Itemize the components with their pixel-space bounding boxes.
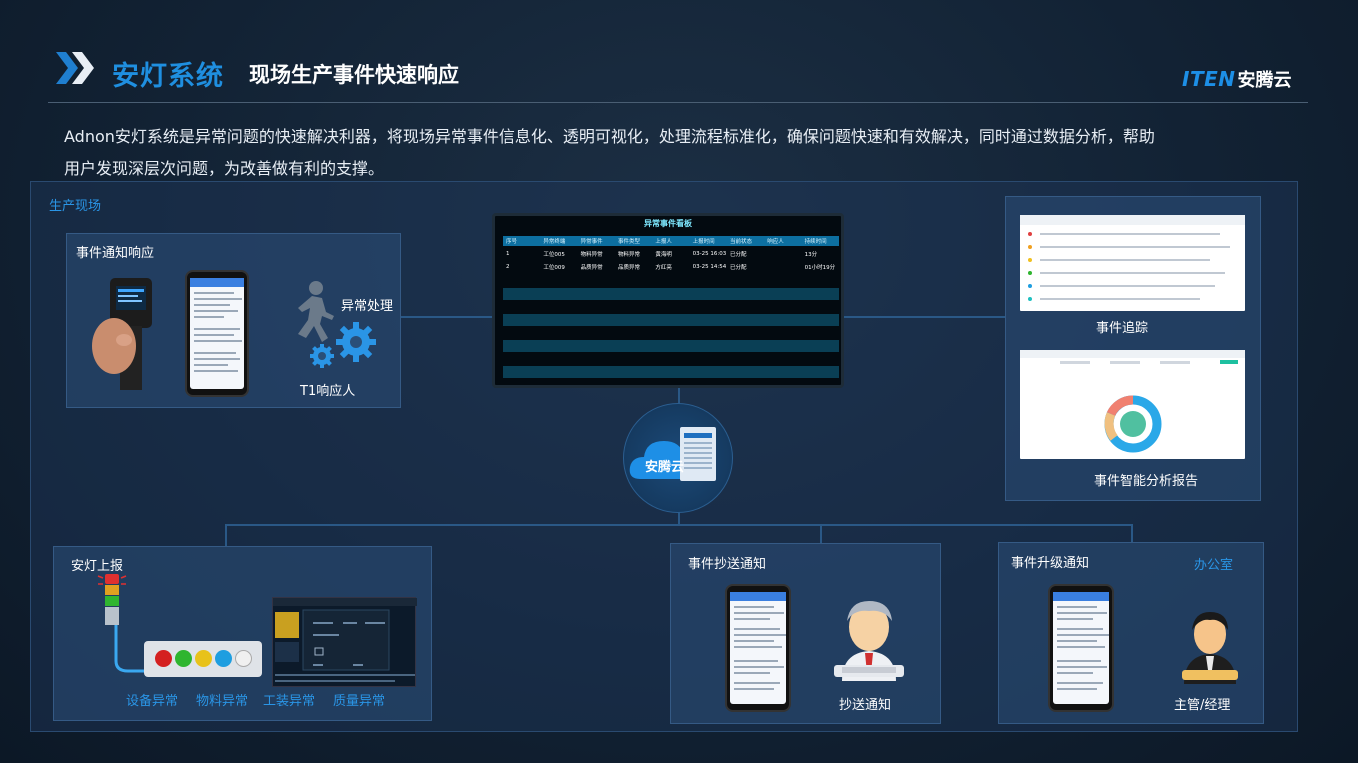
staff-person-icon	[834, 601, 904, 681]
phone-notify	[185, 270, 249, 397]
connector-right	[844, 316, 1006, 318]
escalate-panel-title: 事件升级通知	[1011, 556, 1090, 571]
table-cell: 2	[506, 264, 510, 270]
dashboard-header-row: 序号 异常终端 异常事件 事件类型 上报人 上报时间 当前状态 响应人 持续时间	[503, 236, 839, 246]
connector-left	[400, 316, 493, 318]
dashboard-empty-row	[503, 288, 839, 300]
andon-button-yellow[interactable]	[195, 650, 212, 667]
andon-button-red[interactable]	[155, 650, 172, 667]
table-row: 2 工位009 品质异常 品质异常 方红亮 03-25 14:54 已分配 01…	[503, 261, 839, 273]
page-title: 安灯系统	[112, 61, 224, 92]
cloud-server-icon	[629, 427, 716, 481]
dashboard-col-header: 序号	[506, 239, 518, 245]
table-cell: 已分配	[729, 265, 747, 271]
table-cell: 03-25 16:03	[692, 251, 727, 257]
table-cell: 品质异常	[617, 265, 640, 271]
tracking-screenshot	[1020, 215, 1245, 311]
table-cell: 03-25 14:54	[692, 264, 727, 270]
table-cell: 物料异常	[580, 252, 603, 258]
andon-terminal-screen	[272, 597, 417, 687]
table-cell: 黄海明	[655, 252, 672, 258]
office-label: 办公室	[1194, 558, 1234, 573]
gears-icon	[310, 322, 376, 368]
label-equipment-abnormal: 设备异常	[126, 694, 179, 709]
table-cell: 品质异常	[580, 265, 603, 271]
table-cell: 13分	[804, 252, 818, 258]
dashboard-title: 异常事件看板	[644, 219, 692, 228]
dashboard-empty-row	[503, 340, 839, 352]
chevron-logo-icon	[56, 52, 94, 84]
label-material-abnormal: 物料异常	[196, 694, 249, 709]
dashboard-col-header: 响应人	[767, 239, 784, 245]
label-quality-abnormal: 质量异常	[333, 694, 386, 709]
dashboard-col-header: 当前状态	[729, 239, 752, 245]
table-cell: 方红亮	[655, 265, 672, 271]
responder-label: T1响应人	[300, 384, 356, 399]
cloud-label: 安腾云	[645, 460, 685, 475]
table-cell: 工位005	[543, 252, 565, 258]
analysis-screenshot	[1020, 350, 1245, 459]
manager-person-icon	[1182, 612, 1238, 684]
page-subtitle: 现场生产事件快速响应	[249, 63, 459, 87]
connector-drop-escalate	[1131, 524, 1133, 543]
label-tooling-abnormal: 工装异常	[263, 694, 316, 709]
header-divider	[48, 102, 1308, 103]
table-cell: 01小时19分	[804, 265, 836, 271]
dashboard-col-header: 上报时间	[692, 239, 715, 245]
terminal-screen-graphic	[273, 598, 417, 682]
dashboard-empty-row	[503, 366, 839, 378]
connector-dash-cloud	[678, 388, 680, 404]
table-cell: 已分配	[729, 252, 747, 258]
zone-label: 生产现场	[49, 199, 102, 214]
tracking-label: 事件追踪	[1096, 321, 1149, 336]
andon-button-white[interactable]	[235, 650, 252, 667]
phone-cc	[725, 584, 791, 712]
event-dashboard: 异常事件看板 序号 异常终端 异常事件 事件类型 上报人 上报时间 当前状态 响…	[492, 213, 844, 388]
dashboard-col-header: 持续时间	[804, 239, 827, 245]
cc-person-label: 抄送通知	[839, 698, 892, 713]
table-cell: 1	[506, 251, 510, 257]
dashboard-col-header: 事件类型	[617, 239, 640, 245]
intro-line-1: Adnon安灯系统是异常问题的快速解决利器，将现场异常事件信息化、透明可视化，处…	[64, 127, 1155, 146]
phone-escalate	[1048, 584, 1114, 712]
table-cell: 物料异常	[617, 252, 640, 258]
table-cell: 工位009	[543, 265, 565, 271]
analysis-label: 事件智能分析报告	[1094, 474, 1199, 489]
table-row: 1 工位005 物料异常 物料异常 黄海明 03-25 16:03 已分配 13…	[503, 248, 839, 260]
dashboard-empty-row	[503, 314, 839, 326]
brand-name: 安腾云	[1237, 70, 1292, 91]
dashboard-col-header: 异常终端	[543, 239, 566, 245]
connector-drop-andon	[225, 524, 227, 547]
connector-drop-cc	[820, 524, 822, 543]
manager-label: 主管/经理	[1174, 698, 1231, 713]
connector-bus	[225, 524, 1132, 526]
handle-label: 异常处理	[341, 299, 394, 314]
dashboard-col-header: 异常事件	[580, 239, 603, 245]
brand-logo: ITEN 安腾云	[1182, 66, 1291, 92]
analysis-chart-graphic	[1020, 350, 1245, 453]
brand-logo-text: ITEN	[1182, 67, 1236, 91]
dashboard-col-header: 上报人	[655, 239, 672, 245]
signal-tower-light-icon	[97, 574, 127, 625]
tracking-list-graphic	[1020, 215, 1245, 301]
andon-button-green[interactable]	[175, 650, 192, 667]
andon-button-blue[interactable]	[215, 650, 232, 667]
cc-panel-title: 事件抄送通知	[688, 557, 767, 572]
handheld-terminal-icon	[92, 278, 152, 390]
intro-text: Adnon安灯系统是异常问题的快速解决利器，将现场异常事件信息化、透明可视化，处…	[64, 121, 1264, 185]
notify-panel-title: 事件通知响应	[76, 246, 155, 261]
